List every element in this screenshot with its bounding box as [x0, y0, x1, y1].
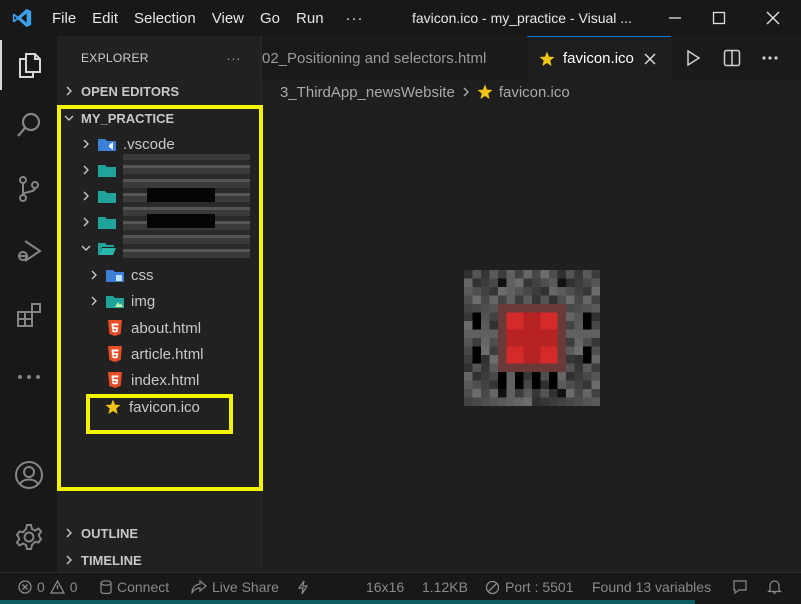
- favicon-preview-image: [464, 270, 601, 407]
- open-editors-section[interactable]: OPEN EDITORS: [57, 78, 262, 104]
- split-editor-icon[interactable]: [714, 36, 750, 80]
- outline-section[interactable]: OUTLINE: [57, 520, 262, 546]
- image-dimensions: 16x16: [366, 573, 404, 601]
- notifications-bell-icon[interactable]: [767, 573, 782, 601]
- breadcrumb-file[interactable]: favicon.ico: [499, 84, 570, 101]
- chevron-right-icon: [461, 86, 471, 98]
- menu-more[interactable]: ···: [332, 10, 378, 27]
- explorer-more-button[interactable]: ···: [226, 50, 241, 66]
- warning-icon: [49, 580, 65, 594]
- live-share-icon: [191, 580, 207, 594]
- close-window-button[interactable]: [751, 0, 795, 36]
- chevron-right-icon: [57, 528, 81, 538]
- connect-label: Connect: [117, 579, 170, 595]
- warning-count: 0: [69, 579, 78, 595]
- error-count: 0: [37, 579, 45, 595]
- outline-label: OUTLINE: [81, 525, 139, 541]
- image-dimensions-label: 16x16: [366, 579, 405, 595]
- port-blocked-icon: [485, 580, 500, 595]
- vscode-logo-icon[interactable]: [0, 0, 44, 36]
- minimize-button[interactable]: [653, 0, 697, 36]
- window-title: favicon.ico - my_practice - Visual ...: [412, 10, 632, 26]
- tab-label: 02_Positioning and selectors.html: [262, 49, 487, 67]
- title-bar: File Edit Selection View Go Run ··· favi…: [0, 0, 801, 36]
- close-tab-icon[interactable]: [644, 53, 656, 65]
- menu-edit[interactable]: Edit: [84, 10, 126, 27]
- star-icon: [477, 84, 493, 100]
- timeline-label: TIMELINE: [81, 552, 142, 568]
- activity-bar: [0, 36, 57, 572]
- breadcrumb: 3_ThirdApp_newsWebsite favicon.ico: [262, 80, 570, 104]
- editor-tabs: 02_Positioning and selectors.html favico…: [262, 36, 801, 80]
- run-file-icon[interactable]: [675, 36, 711, 80]
- highlight-box-favicon: [86, 394, 233, 434]
- feedback-icon[interactable]: [732, 573, 748, 601]
- account-icon[interactable]: [0, 450, 57, 500]
- extensions-icon[interactable]: [0, 290, 57, 340]
- variables-found[interactable]: Found 13 variables: [592, 573, 711, 601]
- open-editors-label: OPEN EDITORS: [81, 83, 180, 99]
- tab-label: favicon.ico: [563, 50, 634, 67]
- menu-view[interactable]: View: [204, 10, 252, 27]
- star-icon: [539, 51, 555, 67]
- port-label: Port : 5501: [505, 579, 574, 595]
- menu-go[interactable]: Go: [252, 10, 288, 27]
- database-icon: [100, 579, 112, 595]
- explorer-icon[interactable]: [0, 40, 57, 90]
- status-bar: 0 0 Connect Live Share 16x16 1.12KB Port…: [0, 572, 801, 604]
- explorer-header: EXPLORER ···: [57, 36, 261, 80]
- live-share-button[interactable]: Live Share: [191, 573, 279, 601]
- live-share-label: Live Share: [212, 579, 279, 595]
- editor-more-icon[interactable]: [752, 36, 788, 80]
- timeline-section[interactable]: TIMELINE: [57, 547, 262, 573]
- run-debug-icon[interactable]: [0, 226, 57, 276]
- variables-label: Found 13 variables: [592, 579, 712, 595]
- more-icon[interactable]: [0, 352, 57, 402]
- breadcrumb-folder[interactable]: 3_ThirdApp_newsWebsite: [280, 84, 455, 101]
- status-progress-bar: [0, 600, 695, 604]
- menu-bar: File Edit Selection View Go Run ···: [44, 0, 378, 36]
- settings-gear-icon[interactable]: [0, 512, 57, 562]
- source-control-icon[interactable]: [0, 164, 57, 214]
- search-icon[interactable]: [0, 100, 57, 150]
- chevron-right-icon: [57, 86, 81, 96]
- tab-positioning-selectors[interactable]: 02_Positioning and selectors.html: [262, 36, 486, 80]
- menu-selection[interactable]: Selection: [126, 10, 204, 27]
- menu-file[interactable]: File: [44, 10, 84, 27]
- problems-indicator[interactable]: 0 0: [18, 573, 78, 601]
- menu-run[interactable]: Run: [288, 10, 332, 27]
- tab-favicon[interactable]: favicon.ico: [527, 36, 671, 80]
- live-server-port[interactable]: Port : 5501: [485, 573, 574, 601]
- explorer-title: EXPLORER: [81, 51, 149, 65]
- image-size-label: 1.12KB: [422, 579, 468, 595]
- connect-button[interactable]: Connect: [100, 573, 169, 601]
- chevron-right-icon: [57, 555, 81, 565]
- lightning-icon[interactable]: [298, 573, 308, 601]
- error-icon: [18, 580, 32, 594]
- maximize-button[interactable]: [697, 0, 741, 36]
- image-size: 1.12KB: [422, 573, 468, 601]
